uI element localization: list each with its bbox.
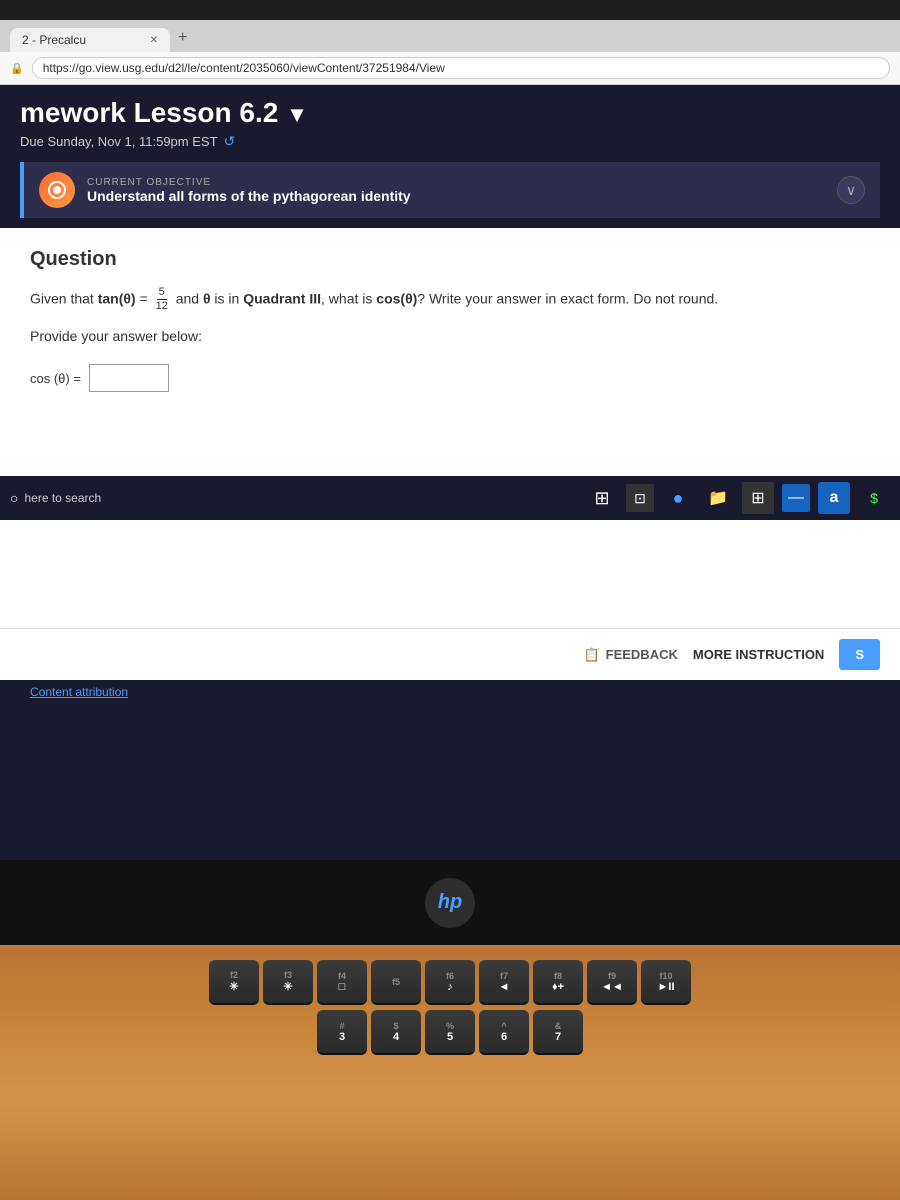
new-tab-button[interactable]: + [170, 24, 195, 52]
browser-window: 2 - Precalcu ✕ + 🔒 https://go.view.usg.e… [0, 20, 900, 860]
page-content: mework Lesson 6.2 ▼ Due Sunday, Nov 1, 1… [0, 85, 900, 860]
cos-answer-input[interactable] [89, 364, 169, 392]
question-text: Given that tan(θ) = 512 and θ is in Quad… [30, 286, 870, 313]
lock-icon: 🔒 [10, 62, 24, 75]
page-title: mework Lesson 6.2 ▼ [20, 97, 880, 129]
key-f2[interactable]: f2 ✳ [209, 960, 259, 1005]
tab-bar: 2 - Precalcu ✕ + [0, 20, 900, 52]
key-f6[interactable]: f6 ♪ [425, 960, 475, 1005]
feedback-button[interactable]: 📋 FEEDBACK [583, 647, 677, 663]
taskbar-search-text[interactable]: here to search [24, 491, 101, 505]
page-header: mework Lesson 6.2 ▼ Due Sunday, Nov 1, 1… [0, 85, 900, 162]
hp-logo: hp [425, 878, 475, 928]
key-f9[interactable]: f9 ◄◄ [587, 960, 637, 1005]
objective-icon [39, 172, 75, 208]
key-6[interactable]: ^ 6 [479, 1010, 529, 1055]
key-3[interactable]: # 3 [317, 1010, 367, 1055]
objective-text: CURRENT OBJECTIVE Understand all forms o… [87, 177, 825, 204]
answer-prompt: Provide your answer below: [30, 328, 870, 344]
key-4[interactable]: $ 4 [371, 1010, 421, 1055]
answer-row: cos (θ) = [30, 364, 870, 392]
submit-button[interactable]: S [839, 639, 880, 670]
screen-area: 2 - Precalcu ✕ + 🔒 https://go.view.usg.e… [0, 0, 900, 860]
taskbar-icons: ⊞ ⊡ ● 📁 ⊞ — a $ [586, 482, 890, 514]
key-5[interactable]: % 5 [425, 1010, 475, 1055]
taskbar-windows-icon[interactable]: ⊞ [586, 482, 618, 514]
taskbar-a-icon[interactable]: a [818, 482, 850, 514]
feedback-icon: 📋 [583, 647, 599, 663]
expand-button[interactable]: ∨ [837, 176, 865, 204]
page-title-text: mework Lesson 6.2 [20, 97, 278, 128]
question-area: Question Given that tan(θ) = 512 and θ i… [0, 228, 900, 628]
due-date: Due Sunday, Nov 1, 11:59pm EST ↺ [20, 133, 880, 150]
key-f4[interactable]: f4 □ [317, 960, 367, 1005]
browser-tab[interactable]: 2 - Precalcu ✕ [10, 28, 170, 52]
key-f3[interactable]: f3 ✳ [263, 960, 313, 1005]
taskbar-mail-icon[interactable]: — [782, 484, 810, 512]
key-f7[interactable]: f7 ◄ [479, 960, 529, 1005]
keyboard-num-row: # 3 $ 4 % 5 ^ 6 & 7 [317, 1010, 583, 1055]
refresh-icon: ↺ [224, 133, 236, 150]
taskbar-dollar-icon[interactable]: $ [858, 482, 890, 514]
key-f10[interactable]: f10 ►II [641, 960, 691, 1005]
more-instruction-button[interactable]: MORE INSTRUCTION [693, 647, 824, 662]
tab-label: 2 - Precalcu [22, 33, 86, 47]
taskbar: ○ here to search ⊞ ⊡ ● 📁 ⊞ — a $ [0, 476, 900, 520]
key-7[interactable]: & 7 [533, 1010, 583, 1055]
key-f5[interactable]: f5 [371, 960, 421, 1005]
keyboard-fn-row: f2 ✳ f3 ✳ f4 □ f5 f6 ♪ f7 ◄ [209, 960, 691, 1005]
question-heading: Question [30, 248, 870, 271]
objective-bar: CURRENT OBJECTIVE Understand all forms o… [20, 162, 880, 218]
objective-label: CURRENT OBJECTIVE [87, 177, 825, 188]
taskbar-edge-icon[interactable]: ● [662, 482, 694, 514]
key-f8[interactable]: f8 ♦+ [533, 960, 583, 1005]
action-bar: 📋 FEEDBACK MORE INSTRUCTION S [0, 628, 900, 680]
taskbar-grid-icon[interactable]: ⊞ [742, 482, 774, 514]
laptop-body: 2 - Precalcu ✕ + 🔒 https://go.view.usg.e… [0, 0, 900, 1200]
taskbar-files-icon[interactable]: 📁 [702, 482, 734, 514]
address-bar: 🔒 https://go.view.usg.edu/d2l/le/content… [0, 52, 900, 85]
url-bar[interactable]: https://go.view.usg.edu/d2l/le/content/2… [32, 57, 890, 79]
content-attribution-link[interactable]: Content attribution [0, 680, 900, 704]
feedback-label: FEEDBACK [606, 647, 678, 662]
cos-label: cos (θ) = [30, 371, 81, 386]
url-text: https://go.view.usg.edu/d2l/le/content/2… [43, 61, 445, 75]
search-icon: ○ [10, 490, 18, 506]
tab-close-button[interactable]: ✕ [150, 35, 158, 46]
objective-title: Understand all forms of the pythagorean … [87, 188, 825, 204]
hp-logo-area: hp [0, 860, 900, 945]
keyboard-area: f2 ✳ f3 ✳ f4 □ f5 f6 ♪ f7 ◄ [0, 950, 900, 1200]
taskbar-windows-button[interactable]: ⊡ [626, 484, 654, 512]
